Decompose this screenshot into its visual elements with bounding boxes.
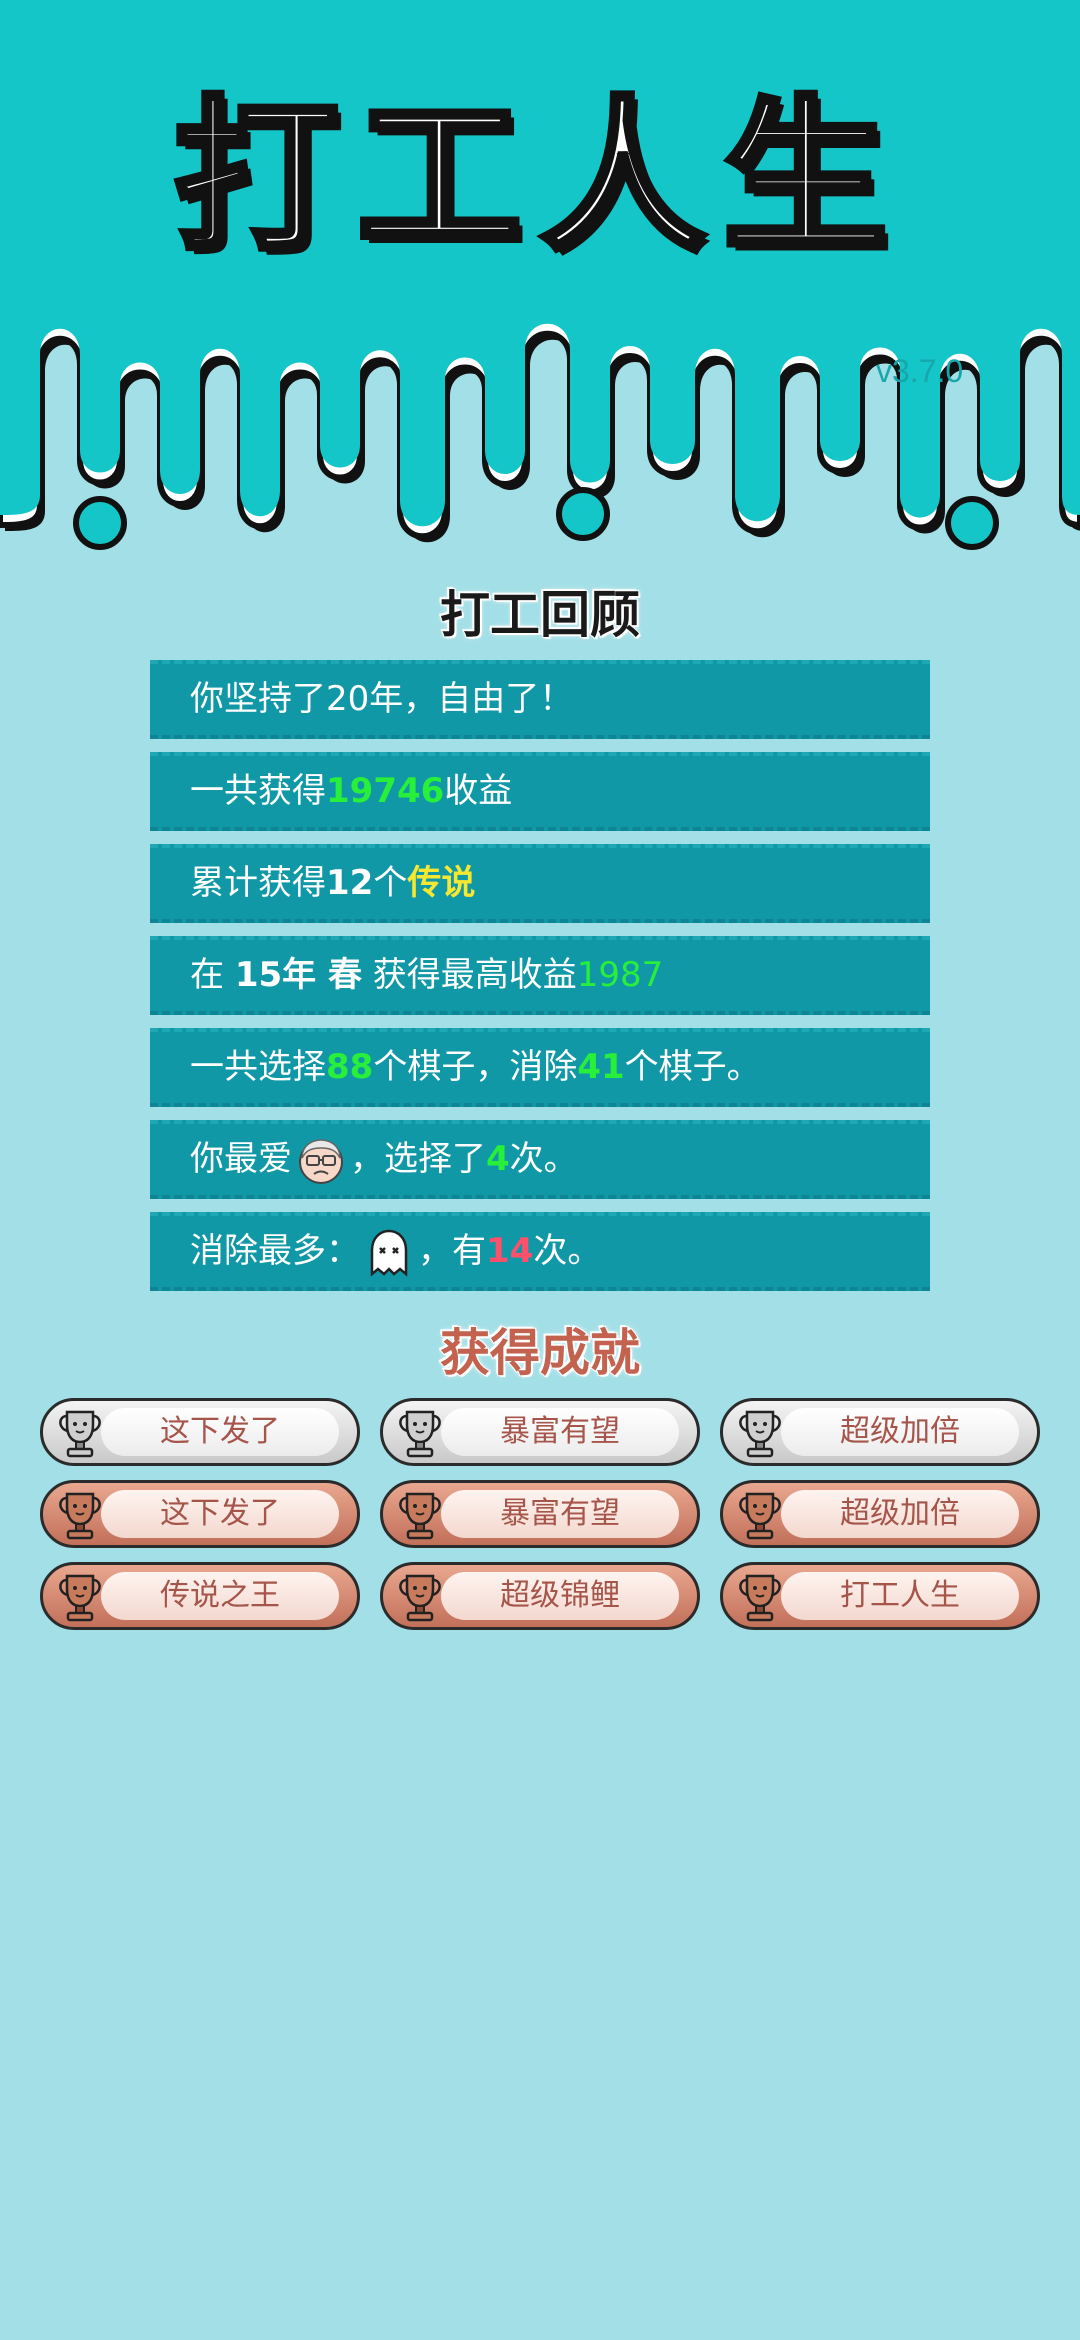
stat-value: 14 — [486, 1231, 534, 1271]
title-header: 打工人生 v3.7.0 — [0, 0, 1080, 560]
trophy-icon — [739, 1574, 781, 1622]
badge-label: 这下发了 — [160, 1496, 280, 1531]
stat-text: 你坚持了20年，自由了！ — [190, 679, 574, 719]
stat-text: 收益 — [444, 771, 513, 811]
stat-text: 在 — [190, 955, 235, 995]
achievement-badge[interactable]: 超级加倍 — [720, 1480, 1040, 1548]
stat-best-season: 在 15年 春 获得最高收益1987 — [150, 936, 930, 1015]
achievement-badge[interactable]: 超级加倍 — [720, 1398, 1040, 1466]
achievement-badge[interactable]: 暴富有望 — [380, 1480, 700, 1548]
badge-label: 超级加倍 — [840, 1496, 960, 1531]
achievement-badge[interactable]: 这下发了 — [40, 1480, 360, 1548]
stat-years: 你坚持了20年，自由了！ — [150, 660, 930, 739]
stat-text: ，有 — [418, 1231, 486, 1271]
stat-text: 累计获得 — [190, 863, 326, 903]
achievement-badge[interactable]: 传说之王 — [40, 1562, 360, 1630]
stat-legends: 累计获得12个传说 — [150, 844, 930, 923]
achievement-badge[interactable]: 打工人生 — [720, 1562, 1040, 1630]
trophy-icon — [59, 1574, 101, 1622]
badge-label: 暴富有望 — [500, 1414, 620, 1449]
achievements-title: 获得成就 — [439, 1323, 641, 1383]
trophy-icon — [59, 1410, 101, 1458]
game-screen: 打工人生 v3.7.0 打工回顾 你坚持了20年，自由了！ 一共获得19746收… — [0, 0, 1080, 2340]
trophy-icon — [399, 1410, 441, 1458]
game-title: 打工人生 — [171, 81, 906, 273]
stat-text: 次。 — [509, 1139, 578, 1179]
legend-word: 传说 — [407, 863, 476, 903]
stat-text: 获得最高收益 — [361, 955, 577, 995]
review-title: 打工回顾 — [439, 585, 641, 645]
achievement-badge[interactable]: 超级锦鲤 — [380, 1562, 700, 1630]
stat-value: 4 — [486, 1139, 510, 1179]
stat-favorite: 你最爱 ，选择了4次。 — [150, 1120, 930, 1199]
badge-label: 超级锦鲤 — [500, 1578, 620, 1613]
season-value: 15年 春 — [234, 955, 362, 995]
stat-text: 次。 — [533, 1231, 602, 1271]
grandpa-face-icon — [296, 1136, 346, 1186]
stat-value: 12 — [326, 863, 374, 903]
badge-label: 超级加倍 — [840, 1414, 960, 1449]
stat-text: 个棋子。 — [624, 1047, 761, 1087]
trophy-icon — [59, 1492, 101, 1540]
stat-value: 19746 — [326, 771, 445, 811]
stat-text: 消除最多： — [190, 1231, 360, 1271]
stat-most-eliminated: 消除最多： ，有14次。 — [150, 1212, 930, 1291]
achievement-badge[interactable]: 暴富有望 — [380, 1398, 700, 1466]
stat-text: 一共获得 — [190, 771, 326, 811]
stat-value: 1987 — [576, 955, 664, 995]
stat-text: ，选择了 — [350, 1139, 486, 1179]
stat-value: 41 — [577, 1047, 625, 1087]
stat-pieces: 一共选择88个棋子，消除41个棋子。 — [150, 1028, 930, 1107]
stat-total-income: 一共获得19746收益 — [150, 752, 930, 831]
trophy-icon — [739, 1492, 781, 1540]
badge-label: 传说之王 — [160, 1578, 280, 1613]
stat-value: 88 — [326, 1047, 374, 1087]
achievement-badge[interactable]: 这下发了 — [40, 1398, 360, 1466]
stat-text: 个棋子，消除 — [373, 1047, 578, 1087]
trophy-icon — [399, 1492, 441, 1540]
badge-label: 这下发了 — [160, 1414, 280, 1449]
stat-text: 一共选择 — [190, 1047, 326, 1087]
trophy-icon — [739, 1410, 781, 1458]
trophy-icon — [399, 1574, 441, 1622]
stat-text: 个 — [373, 863, 408, 903]
stat-text: 你最爱 — [190, 1139, 292, 1179]
version-label: v3.7.0 — [876, 353, 964, 389]
badge-label: 暴富有望 — [500, 1496, 620, 1531]
badge-label: 打工人生 — [840, 1578, 960, 1613]
ghost-icon — [364, 1228, 414, 1278]
